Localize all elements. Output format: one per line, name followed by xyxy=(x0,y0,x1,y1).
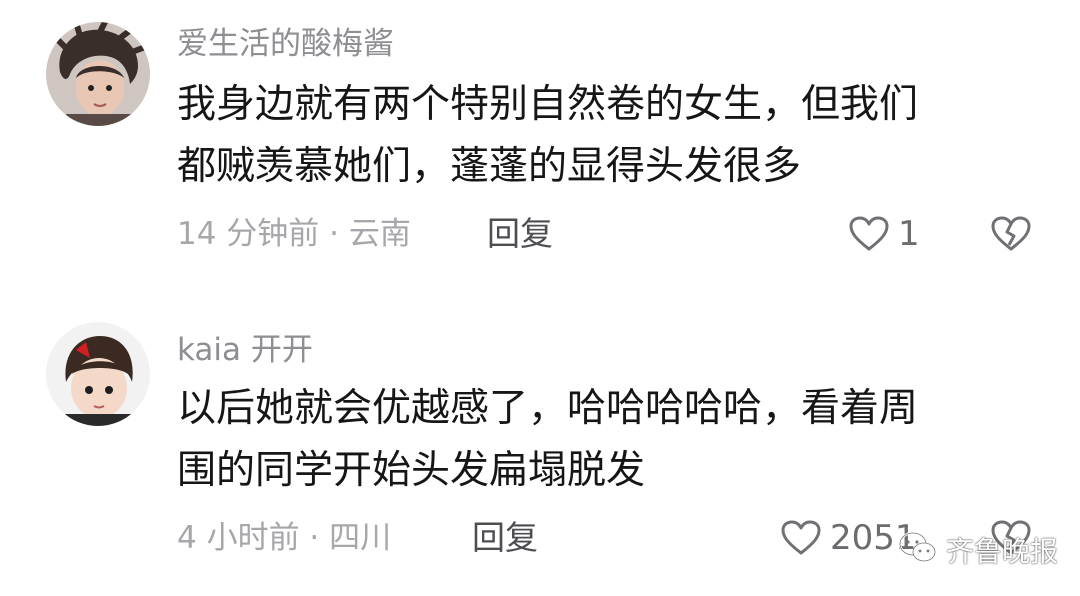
comment-text: 我身边就有两个特别自然卷的女生，但我们 都贼羡慕她们，蓬蓬的显得头发很多 xyxy=(177,82,919,189)
heart-outline-icon xyxy=(780,519,822,557)
reply-button[interactable]: 回复 xyxy=(487,214,553,254)
like-button[interactable]: 1 xyxy=(848,214,920,254)
watermark-text: 齐鲁晚报 xyxy=(946,535,1059,568)
watermark: 齐鲁晚报 xyxy=(898,528,1058,572)
comment-text: 以后她就会优越感了，哈哈哈哈哈，看着周 围的同学开始头发扁塌脱发 xyxy=(177,386,919,493)
comment-time-location: 4 小时前 · 四川 xyxy=(177,520,392,556)
reply-button[interactable]: 回复 xyxy=(472,518,538,558)
avatar[interactable] xyxy=(46,22,150,126)
comment-item: 爱生活的酸梅酱 我身边就有两个特别自然卷的女生，但我们 都贼羡慕她们，蓬蓬的显得… xyxy=(0,0,1080,300)
heart-outline-icon xyxy=(848,215,890,253)
comment-username[interactable]: 爱生活的酸梅酱 xyxy=(177,24,394,64)
wechat-icon xyxy=(898,530,938,570)
comment-list: 爱生活的酸梅酱 我身边就有两个特别自然卷的女生，但我们 都贼羡慕她们，蓬蓬的显得… xyxy=(0,0,1080,596)
like-count: 1 xyxy=(898,214,920,254)
comment-username[interactable]: kaia 开开 xyxy=(177,330,313,370)
like-button[interactable]: 2051 xyxy=(780,518,917,558)
dislike-button[interactable] xyxy=(990,215,1034,255)
comment-time-location: 14 分钟前 · 云南 xyxy=(177,216,411,252)
broken-heart-icon xyxy=(990,216,1032,257)
avatar[interactable] xyxy=(46,322,150,426)
